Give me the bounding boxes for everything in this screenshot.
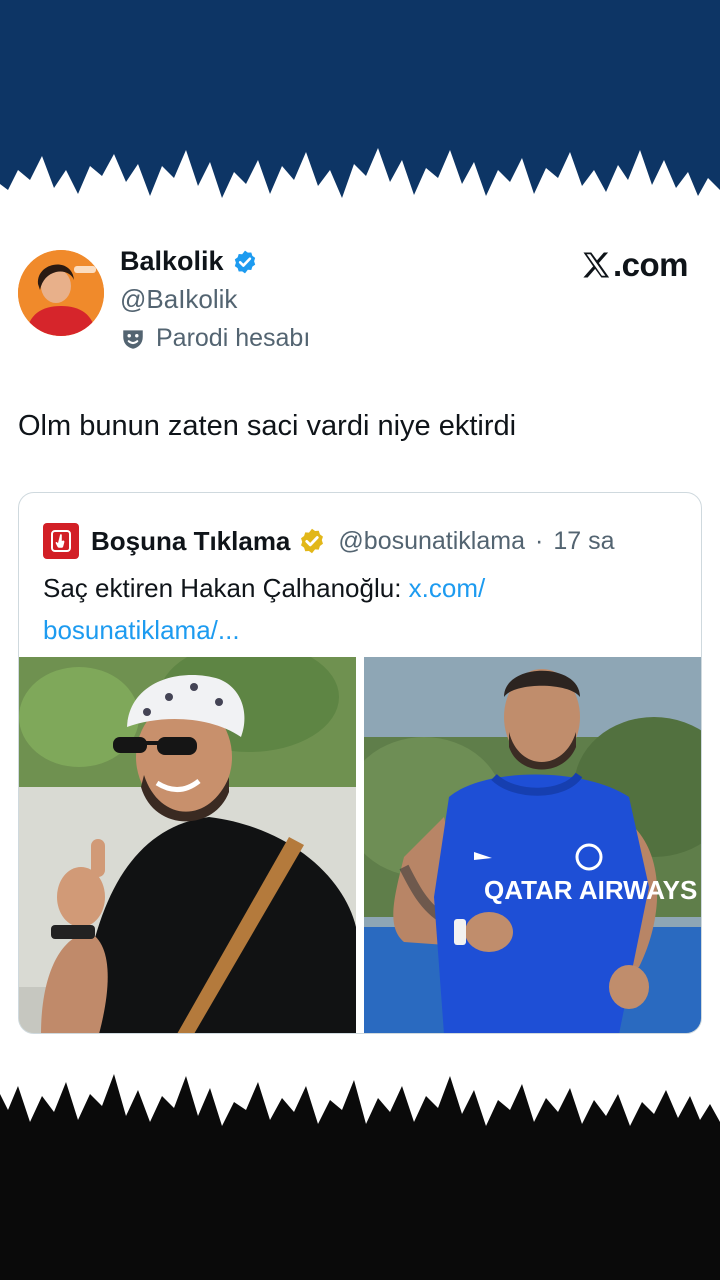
- photo-left-illustration: [19, 657, 356, 1033]
- quoted-author-name[interactable]: Boşuna Tıklama: [91, 526, 290, 557]
- quoted-text: Saç ektiren Hakan Çalhanoğlu: x.com/ bos…: [43, 567, 683, 651]
- x-com-logo[interactable]: .com: [581, 246, 689, 284]
- bottom-torn-band: [0, 1074, 720, 1280]
- quoted-header: Boşuna Tıklama @bosunatiklama · 17 sa: [43, 523, 615, 559]
- avatar-illustration: [18, 250, 104, 336]
- quoted-text-prefix: Saç ektiren Hakan Çalhanoğlu:: [43, 573, 409, 603]
- author-handle[interactable]: @BaIkolik: [120, 284, 237, 315]
- photo-right-illustration: QATAR AIRWAYS: [364, 657, 701, 1033]
- quoted-time[interactable]: 17 sa: [553, 527, 614, 556]
- jersey-sponsor-text: QATAR AIRWAYS: [484, 875, 697, 905]
- parody-mask-icon: [123, 329, 143, 349]
- author-avatar[interactable]: [18, 250, 104, 336]
- quoted-photo-right[interactable]: QATAR AIRWAYS: [364, 657, 701, 1033]
- tweet-text: Olm bunun zaten saci vardi niye ektirdi: [18, 410, 517, 442]
- quoted-avatar[interactable]: [43, 523, 79, 559]
- quoted-tweet[interactable]: Boşuna Tıklama @bosunatiklama · 17 sa Sa…: [18, 492, 702, 1034]
- pointer-hand-icon: [51, 530, 71, 552]
- top-torn-band: [0, 0, 720, 198]
- x-logo-icon: [583, 252, 610, 278]
- parody-text: Parodi hesabı: [156, 324, 311, 352]
- quoted-handle[interactable]: @bosunatiklama: [338, 527, 525, 556]
- author-name[interactable]: Balkolik: [120, 246, 224, 277]
- verified-badge-icon: [234, 250, 255, 273]
- author-name-row[interactable]: Balkolik: [120, 246, 258, 277]
- gold-verified-badge-icon: [301, 528, 324, 554]
- quoted-photo-left[interactable]: [19, 657, 356, 1033]
- parody-label: Parodi hesabı: [120, 324, 310, 353]
- quoted-separator: ·: [535, 526, 544, 555]
- quoted-link-line2[interactable]: bosunatiklama/...: [43, 615, 240, 645]
- x-com-text: .com: [612, 246, 689, 283]
- quoted-link-line1[interactable]: x.com/: [409, 573, 486, 603]
